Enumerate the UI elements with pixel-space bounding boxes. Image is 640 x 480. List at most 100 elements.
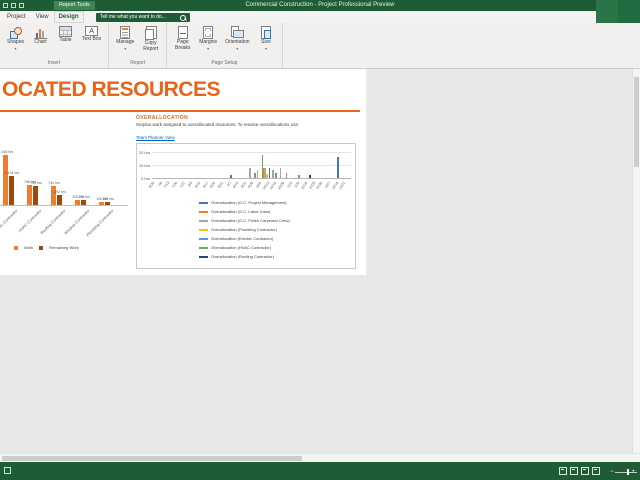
legend-swatch xyxy=(199,228,208,231)
zoom-knob[interactable] xyxy=(627,469,630,475)
work-chart[interactable]: 1,920 hrs 1,104 hrs Electric Contractor 768… xyxy=(0,115,132,275)
bar-value-label: 720 hrs xyxy=(30,181,42,186)
zoom-slider[interactable]: − + xyxy=(610,469,638,475)
bar xyxy=(75,199,80,205)
report-view-icon[interactable] xyxy=(592,467,600,475)
legend-swatch xyxy=(199,255,208,258)
task-usage-view-icon[interactable] xyxy=(570,467,578,475)
table-button[interactable]: Table xyxy=(55,25,76,45)
bar xyxy=(275,172,277,178)
dropdown-caret-icon: ▾ xyxy=(236,45,239,51)
legend-swatch xyxy=(199,237,208,240)
gridline xyxy=(152,178,351,179)
bar xyxy=(268,167,271,178)
legend-swatch xyxy=(199,246,208,249)
tab-project[interactable]: Project xyxy=(2,11,31,23)
bar-value-label: 1,104 hrs xyxy=(4,171,20,176)
legend-item: Overallocation (G.C. Project Management) xyxy=(199,198,290,207)
manage-button[interactable]: Manage ▾ xyxy=(114,25,136,52)
legend-swatch xyxy=(14,245,18,250)
view-shortcuts xyxy=(559,467,600,475)
y-tick-label: 20 hrs xyxy=(138,149,150,155)
bar xyxy=(279,167,282,178)
text-box-button[interactable]: Text Box xyxy=(80,25,103,44)
title-bar: Report Tools Commercial Construction - P… xyxy=(0,0,640,11)
legend-item: Overallocation (Electric Contractor) xyxy=(199,234,290,243)
date-tick-label: 7/13 xyxy=(163,180,171,189)
legend-swatch xyxy=(199,219,208,222)
ribbon-group-report: Manage ▾ Copy Report Report xyxy=(109,23,168,68)
legend-item: Overallocation (G.C. Labor Crew) xyxy=(199,207,290,216)
bar xyxy=(57,194,62,205)
bar-value-label: 1,920 hrs xyxy=(0,150,14,155)
page-breaks-icon xyxy=(177,26,188,39)
legend-label: Overallocation (HVAC Contractor) xyxy=(211,245,271,250)
date-tick-label: 9/7 xyxy=(225,180,232,187)
date-tick-label: 8/24 xyxy=(209,180,217,189)
vertical-scrollbar[interactable] xyxy=(632,69,640,453)
category-label: Electric Contractor xyxy=(0,208,19,235)
button-label: Copy Report xyxy=(143,40,159,52)
bar xyxy=(51,185,56,205)
dropdown-caret-icon: ▾ xyxy=(265,45,268,51)
date-tick-label: 10/19 xyxy=(269,180,278,190)
report-title-rule xyxy=(0,110,360,112)
horizontal-scrollbar-thumb[interactable] xyxy=(2,455,302,461)
date-tick-label: 11/2 xyxy=(285,180,293,189)
button-label: Page Breaks xyxy=(174,39,191,51)
legend-swatch xyxy=(199,201,208,204)
shapes-button[interactable]: Shapes ▾ xyxy=(5,25,26,52)
chart-button[interactable]: Chart xyxy=(30,25,51,47)
zoom-in-icon[interactable]: + xyxy=(631,469,635,475)
tab-design[interactable]: Design xyxy=(53,11,84,23)
legend-label: Overallocation (G.C. Finish Carpenter Cr… xyxy=(211,218,290,223)
size-button[interactable]: Size ▾ xyxy=(256,25,277,52)
x-axis-line xyxy=(0,205,128,206)
zoom-out-icon[interactable]: − xyxy=(610,469,614,475)
report-canvas[interactable]: OCATED RESOURCES 1,920 hrs 1,104 hrs Elect… xyxy=(0,69,632,453)
team-planner-view-link[interactable]: Team Planner View xyxy=(136,135,175,140)
table-icon xyxy=(59,26,72,37)
bar xyxy=(337,157,340,178)
bar-value-label: 744 hrs xyxy=(48,180,60,185)
ribbon: Shapes▾ChartTableText BoxInsertManage▾Co… xyxy=(0,23,640,69)
group-label: Insert xyxy=(47,60,61,66)
vertical-scrollbar-thumb[interactable] xyxy=(634,77,639,167)
legend-swatch xyxy=(199,210,208,213)
team-planner-view-icon[interactable] xyxy=(581,467,589,475)
horizontal-scrollbar[interactable] xyxy=(0,453,640,462)
chart-icon xyxy=(34,26,47,39)
bar xyxy=(248,167,251,178)
overallocation-chart[interactable]: 20 hrs 10 hrs 0 hrs 6/29 7/6 7/13 7/20 7/27 8/3 8… xyxy=(136,143,356,269)
button-label: Shapes xyxy=(7,39,24,45)
legend-item: Overallocation (HVAC Contractor) xyxy=(199,243,290,252)
category-label: HVAC Contractor xyxy=(17,208,43,234)
button-label: Margins xyxy=(199,39,218,45)
bar xyxy=(33,186,38,205)
y-tick-label: 10 hrs xyxy=(138,162,150,168)
tell-me-search[interactable]: Tell me what you want to do... xyxy=(96,12,190,22)
copy-report-button[interactable]: Copy Report xyxy=(140,25,161,54)
margins-button[interactable]: Margins ▾ xyxy=(197,25,219,52)
window-controls-area[interactable] xyxy=(596,0,640,23)
search-icon xyxy=(180,14,186,21)
legend-swatch xyxy=(39,245,44,250)
manage-icon xyxy=(120,26,131,39)
margins-icon xyxy=(203,26,214,39)
date-tick-label: 11/23 xyxy=(307,180,316,190)
status-indicator-icon xyxy=(4,467,11,474)
status-bar: − + xyxy=(0,462,640,480)
textbox-icon xyxy=(85,26,99,36)
tab-view[interactable]: View xyxy=(31,11,54,23)
dropdown-caret-icon: ▾ xyxy=(124,45,127,51)
gantt-chart-view-icon[interactable] xyxy=(559,467,567,475)
button-label: Manage xyxy=(116,39,135,45)
legend-item: Overallocation (Plumbing Contractor) xyxy=(199,225,290,234)
bar xyxy=(261,154,264,178)
bar xyxy=(309,175,311,178)
bar xyxy=(9,176,14,205)
orientation-button[interactable]: Orientation ▾ xyxy=(223,25,251,52)
bar xyxy=(254,172,256,178)
date-tick-label: 9/21 xyxy=(239,180,248,189)
page-breaks-button[interactable]: Page Breaks xyxy=(172,25,193,53)
